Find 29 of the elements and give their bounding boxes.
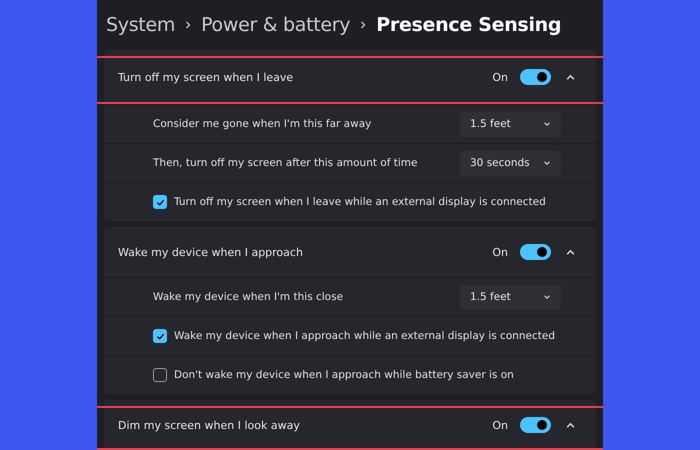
toggle-switch[interactable] [520,417,551,433]
breadcrumb-item[interactable]: System [106,14,176,36]
setting-label: Consider me gone when I'm this far away [153,118,372,130]
breadcrumb-item: Presence Sensing [376,14,562,36]
checkbox-label: Don't wake my device when I approach while battery saver is on [174,369,515,381]
toggle-switch[interactable] [520,244,551,260]
checkmark-icon [156,332,164,340]
toggle-state-label: On [492,246,508,258]
chevron-down-icon [543,120,551,128]
setting-title: Dim my screen when I look away [118,418,301,432]
toggle-state-label: On [492,418,508,432]
breadcrumb-item[interactable]: Power & battery [201,14,350,36]
toggle-switch[interactable] [520,69,551,85]
setting-label: Wake my device when I'm this close [153,291,344,303]
chevron-down-icon [543,293,551,301]
setting-title: Turn off my screen when I leave [118,70,294,84]
chevron-down-icon [543,159,551,167]
checkmark-icon [156,198,164,206]
dropdown[interactable]: 1.5 feet [460,284,561,310]
dropdown[interactable]: 30 seconds [460,150,561,176]
checkbox[interactable] [153,329,167,343]
checkbox[interactable] [153,195,167,209]
checkbox[interactable] [153,368,167,382]
toggle-state-label: On [492,70,508,84]
checkbox-label: Wake my device when I approach while an external display is connected [174,330,556,342]
dropdown[interactable]: 1.5 feet [460,112,561,136]
setting-label: Then, turn off my screen after this amount of time [153,157,418,169]
setting-title: Wake my device when I approach [118,246,304,258]
checkbox-label: Turn off my screen when I leave while an external display is connected [174,196,547,208]
